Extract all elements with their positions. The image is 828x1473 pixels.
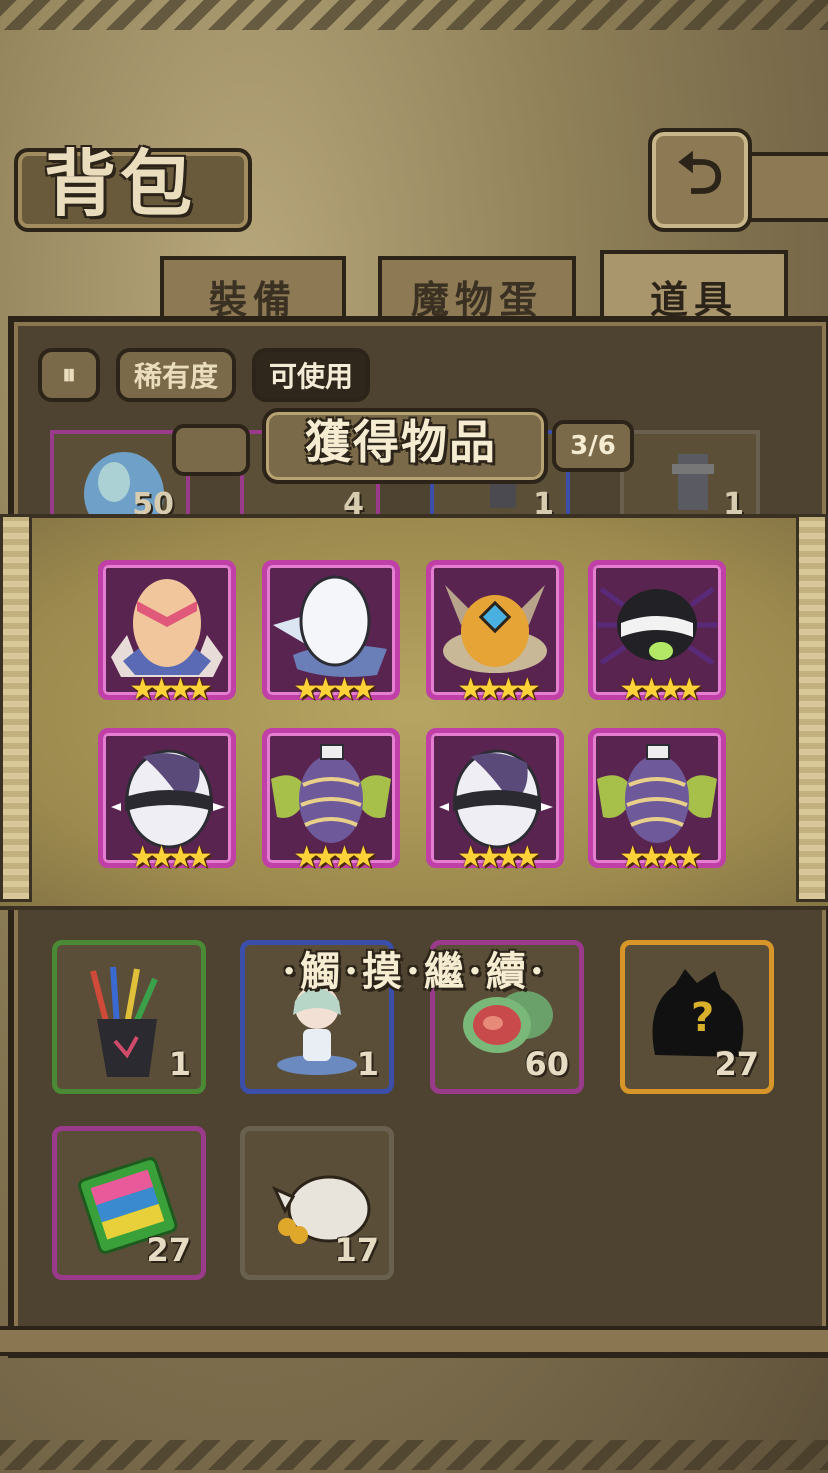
svg-text:?: ? — [691, 995, 714, 1041]
back-button[interactable]: ⮌ — [648, 128, 752, 232]
item-count: 27 — [146, 1231, 191, 1269]
reward-item[interactable]: ★★★★ — [262, 728, 400, 875]
popup-counter: 3/6 — [552, 420, 634, 472]
top-border-decoration — [0, 0, 828, 30]
reward-stars: ★★★★ — [457, 672, 541, 707]
reward-item[interactable]: ★★★★ — [588, 728, 726, 875]
reward-item[interactable]: ★★★★ — [262, 560, 400, 707]
reward-stars: ★★★★ — [129, 672, 213, 707]
reward-stars: ★★★★ — [129, 840, 213, 875]
back-button-rail — [744, 152, 828, 222]
filter-rarity-button[interactable]: 稀有度 — [116, 348, 236, 402]
list-item[interactable]: 50 — [50, 430, 190, 514]
reward-stars: ★★★★ — [293, 672, 377, 707]
return-icon: ⮌ — [676, 138, 724, 207]
item-count: 1 — [533, 487, 554, 514]
reward-stars: ★★★★ — [619, 672, 703, 707]
touch-to-continue-hint[interactable]: ·觸·摸·繼·續· — [240, 942, 590, 1002]
reward-item[interactable]: ★★★★ — [98, 728, 236, 875]
filter-usable-button[interactable]: 可使用 — [252, 348, 370, 402]
item-count: 4 — [343, 487, 364, 514]
reward-item[interactable]: ★★★★ — [98, 560, 236, 707]
list-item[interactable]: ? 27 — [620, 940, 774, 1094]
list-item[interactable]: 1 — [52, 940, 206, 1094]
page-title: 背包 — [44, 141, 197, 226]
bottom-border-decoration — [0, 1440, 828, 1470]
list-item[interactable]: 17 — [240, 1126, 394, 1280]
item-count: 1 — [168, 1045, 191, 1083]
popup-title: 獲得物品 — [305, 415, 497, 469]
panel-bottom-rail — [0, 1326, 828, 1356]
item-count: 1 — [356, 1045, 379, 1083]
popup-right-edge — [796, 514, 828, 902]
item-count: 50 — [132, 487, 174, 514]
popup-left-edge — [0, 514, 32, 902]
reward-stars: ★★★★ — [619, 840, 703, 875]
reward-stars: ★★★★ — [457, 840, 541, 875]
popup-side-plate — [172, 424, 250, 476]
item-count: 1 — [723, 487, 744, 514]
list-item[interactable]: 1 — [620, 430, 760, 514]
item-count: 17 — [334, 1231, 379, 1269]
item-count: 60 — [524, 1045, 569, 1083]
item-count: 27 — [714, 1045, 759, 1083]
reward-item[interactable]: ★★★★ — [426, 728, 564, 875]
reward-item[interactable]: ★★★★ — [588, 560, 726, 707]
reward-stars: ★★★★ — [293, 840, 377, 875]
sort-toggle-button[interactable]: ⏸ — [38, 348, 100, 402]
sort-toggle-icon: ⏸ — [61, 358, 76, 391]
reward-item[interactable]: ★★★★ — [426, 560, 564, 707]
list-item[interactable]: 27 — [52, 1126, 206, 1280]
